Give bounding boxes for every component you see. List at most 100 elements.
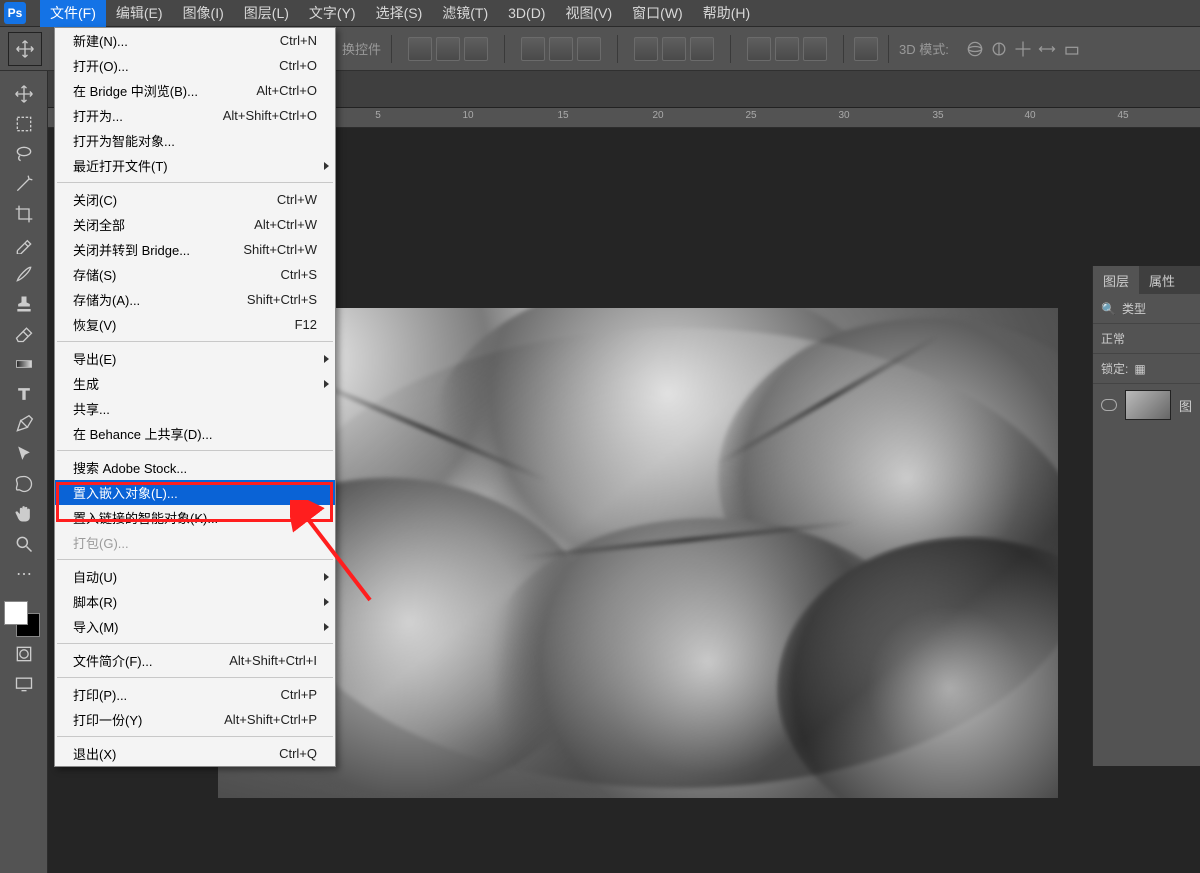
more-align-btn[interactable]: [854, 37, 878, 61]
menu-item[interactable]: 打开为...Alt+Shift+Ctrl+O: [55, 103, 335, 128]
menu-item[interactable]: 存储为(A)...Shift+Ctrl+S: [55, 287, 335, 312]
distribute-btn[interactable]: [747, 37, 771, 61]
shape-tool[interactable]: [0, 469, 48, 499]
align-btn[interactable]: [549, 37, 573, 61]
eraser-tool[interactable]: [0, 319, 48, 349]
menu-item[interactable]: 文件简介(F)...Alt+Shift+Ctrl+I: [55, 648, 335, 673]
stamp-tool[interactable]: [0, 289, 48, 319]
filter-type-row[interactable]: 🔍 类型: [1093, 294, 1200, 324]
tab-properties[interactable]: 属性: [1139, 266, 1185, 294]
menu-item[interactable]: 最近打开文件(T): [55, 153, 335, 178]
layer-thumbnail[interactable]: [1125, 390, 1171, 420]
menu-type[interactable]: 文字(Y): [299, 0, 366, 27]
blend-mode-row[interactable]: 正常: [1093, 324, 1200, 354]
align-group-2: [515, 37, 607, 61]
menu-view[interactable]: 视图(V): [555, 0, 622, 27]
menu-item[interactable]: 恢复(V)F12: [55, 312, 335, 337]
lock-row[interactable]: 锁定: ▦: [1093, 354, 1200, 384]
eyedropper-tool[interactable]: [0, 229, 48, 259]
distribute-btn[interactable]: [803, 37, 827, 61]
separator: [730, 35, 731, 63]
menu-item[interactable]: 自动(U): [55, 564, 335, 589]
menu-item[interactable]: 关闭全部Alt+Ctrl+W: [55, 212, 335, 237]
menu-file[interactable]: 文件(F): [40, 0, 106, 27]
menu-item: 打包(G)...: [55, 530, 335, 555]
menu-item[interactable]: 新建(N)...Ctrl+N: [55, 28, 335, 53]
orbit-3d-icon[interactable]: [965, 39, 985, 59]
menu-item[interactable]: 置入嵌入对象(L)...: [55, 480, 335, 505]
menu-window[interactable]: 窗口(W): [622, 0, 693, 27]
menu-item[interactable]: 在 Bridge 中浏览(B)...Alt+Ctrl+O: [55, 78, 335, 103]
menu-item[interactable]: 导入(M): [55, 614, 335, 639]
edit-toolbar[interactable]: ⋯: [0, 559, 48, 589]
eraser-icon: [14, 324, 34, 344]
align-btn[interactable]: [436, 37, 460, 61]
align-btn[interactable]: [521, 37, 545, 61]
quick-select-tool[interactable]: [0, 169, 48, 199]
scale-3d-icon[interactable]: [1061, 39, 1081, 59]
menu-item[interactable]: 共享...: [55, 396, 335, 421]
path-select-tool[interactable]: [0, 439, 48, 469]
menu-item[interactable]: 在 Behance 上共享(D)...: [55, 421, 335, 446]
menu-item[interactable]: 搜索 Adobe Stock...: [55, 455, 335, 480]
menu-item[interactable]: 打开(O)...Ctrl+O: [55, 53, 335, 78]
menu-item-shortcut: Shift+Ctrl+W: [243, 242, 317, 257]
active-tool-indicator[interactable]: [8, 32, 42, 66]
menu-item[interactable]: 打开为智能对象...: [55, 128, 335, 153]
menu-layer[interactable]: 图层(L): [234, 0, 299, 27]
screen-mode-tool[interactable]: [0, 669, 48, 699]
menu-item-shortcut: F12: [295, 317, 317, 332]
menu-image[interactable]: 图像(I): [173, 0, 234, 27]
pen-icon: [14, 414, 34, 434]
pan-3d-icon[interactable]: [1013, 39, 1033, 59]
marquee-tool[interactable]: [0, 109, 48, 139]
layers-panel: 图层 属性 🔍 类型 正常 锁定: ▦ 图: [1092, 266, 1200, 766]
move-tool[interactable]: [0, 79, 48, 109]
menu-edit[interactable]: 编辑(E): [106, 0, 173, 27]
menu-item[interactable]: 关闭并转到 Bridge...Shift+Ctrl+W: [55, 237, 335, 262]
align-btn[interactable]: [464, 37, 488, 61]
visibility-toggle[interactable]: [1101, 399, 1117, 411]
submenu-arrow-icon: [324, 162, 329, 170]
menu-item[interactable]: 导出(E): [55, 346, 335, 371]
align-btn[interactable]: [408, 37, 432, 61]
color-swatches[interactable]: [0, 599, 48, 639]
lasso-tool[interactable]: [0, 139, 48, 169]
distribute-btn[interactable]: [634, 37, 658, 61]
foreground-color[interactable]: [4, 601, 28, 625]
menu-3d[interactable]: 3D(D): [498, 1, 555, 25]
menu-item[interactable]: 打印(P)...Ctrl+P: [55, 682, 335, 707]
quick-mask-tool[interactable]: [0, 639, 48, 669]
menu-item-shortcut: Alt+Ctrl+O: [256, 83, 317, 98]
pen-tool[interactable]: [0, 409, 48, 439]
distribute-btn[interactable]: [775, 37, 799, 61]
distribute-btn[interactable]: [690, 37, 714, 61]
distribute-btn[interactable]: [662, 37, 686, 61]
menu-item[interactable]: 打印一份(Y)Alt+Shift+Ctrl+P: [55, 707, 335, 732]
menu-item[interactable]: 置入链接的智能对象(K)...: [55, 505, 335, 530]
align-btn[interactable]: [577, 37, 601, 61]
brush-tool[interactable]: [0, 259, 48, 289]
zoom-tool[interactable]: [0, 529, 48, 559]
menu-help[interactable]: 帮助(H): [693, 0, 760, 27]
lock-pixels-icon[interactable]: ▦: [1134, 362, 1145, 376]
menu-item[interactable]: 脚本(R): [55, 589, 335, 614]
menu-item-shortcut: Alt+Shift+Ctrl+I: [229, 653, 317, 668]
layer-row[interactable]: 图: [1093, 384, 1200, 426]
roll-3d-icon[interactable]: [989, 39, 1009, 59]
hand-tool[interactable]: [0, 499, 48, 529]
menu-filter[interactable]: 滤镜(T): [432, 0, 498, 27]
tab-layers[interactable]: 图层: [1093, 266, 1139, 294]
menu-item[interactable]: 存储(S)Ctrl+S: [55, 262, 335, 287]
menu-item[interactable]: 关闭(C)Ctrl+W: [55, 187, 335, 212]
document-canvas[interactable]: [218, 308, 1058, 798]
layer-name[interactable]: 图: [1179, 396, 1192, 415]
type-tool[interactable]: [0, 379, 48, 409]
menu-item[interactable]: 生成: [55, 371, 335, 396]
menu-item[interactable]: 退出(X)Ctrl+Q: [55, 741, 335, 766]
gradient-tool[interactable]: [0, 349, 48, 379]
menu-select[interactable]: 选择(S): [366, 0, 433, 27]
menu-item-label: 在 Behance 上共享(D)...: [73, 424, 317, 443]
slide-3d-icon[interactable]: [1037, 39, 1057, 59]
crop-tool[interactable]: [0, 199, 48, 229]
